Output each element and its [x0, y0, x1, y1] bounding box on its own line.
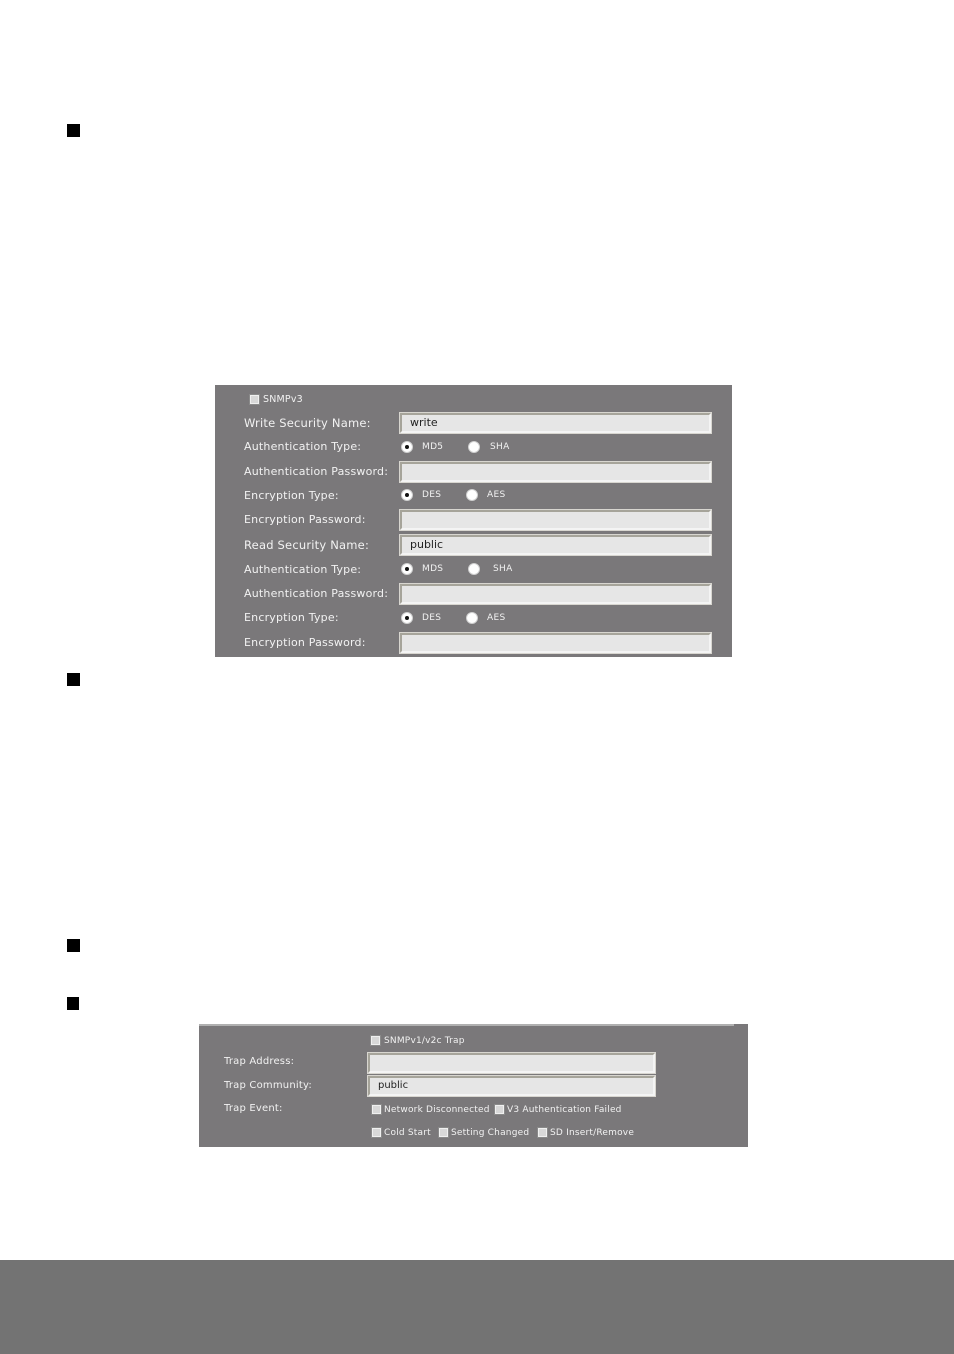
event-setting-changed-label: Setting Changed — [451, 1128, 530, 1138]
read-auth-password-input[interactable] — [399, 583, 712, 605]
read-enc-des-radio[interactable] — [401, 612, 413, 624]
event-sd-insert-remove-checkbox[interactable] — [537, 1127, 548, 1138]
page-footer-band — [0, 1260, 954, 1354]
read-enc-password-input[interactable] — [399, 632, 712, 654]
trap-community-label: Trap Community: — [224, 1080, 312, 1091]
read-enc-aes-label: AES — [487, 613, 506, 623]
snmpv3-panel: SNMPv3 Write Security Name: write Authen… — [215, 385, 732, 657]
read-auth-type-label: Authentication Type: — [244, 563, 362, 576]
write-auth-md5-label: MD5 — [422, 442, 444, 452]
read-security-name-label: Read Security Name: — [244, 538, 370, 552]
event-v3-auth-failed-label: V3 Authentication Failed — [507, 1105, 622, 1115]
trap-community-input[interactable]: public — [367, 1075, 656, 1097]
event-cold-start-label: Cold Start — [384, 1128, 431, 1138]
read-auth-sha-label: SHA — [493, 564, 513, 574]
snmp-trap-panel: SNMPv1/v2c Trap Trap Address: Trap Commu… — [199, 1024, 748, 1147]
write-enc-password-input[interactable] — [399, 509, 712, 531]
write-security-name-label: Write Security Name: — [244, 416, 371, 430]
write-enc-type-label: Encryption Type: — [244, 489, 339, 502]
read-auth-mds-radio[interactable] — [401, 563, 413, 575]
square-bullet-icon — [67, 997, 79, 1010]
write-enc-des-radio[interactable] — [401, 489, 413, 501]
read-enc-des-label: DES — [422, 613, 442, 623]
square-bullet-icon — [67, 124, 80, 137]
event-v3-auth-failed-checkbox[interactable] — [494, 1104, 505, 1115]
read-enc-password-label: Encryption Password: — [244, 636, 366, 649]
event-sd-insert-remove-label: SD Insert/Remove — [550, 1128, 635, 1138]
trap-address-input[interactable] — [367, 1052, 656, 1074]
square-bullet-icon — [67, 939, 80, 952]
read-auth-mds-label: MDS — [422, 564, 444, 574]
read-auth-sha-radio[interactable] — [468, 563, 480, 575]
write-auth-sha-radio[interactable] — [468, 441, 480, 453]
write-auth-password-input[interactable] — [399, 461, 712, 483]
write-enc-password-label: Encryption Password: — [244, 513, 366, 526]
write-enc-des-label: DES — [422, 490, 442, 500]
event-network-disconnected-label: Network Disconnected — [384, 1105, 490, 1115]
write-auth-md5-radio[interactable] — [401, 441, 413, 453]
write-security-name-input[interactable]: write — [399, 412, 712, 434]
panel-divider — [199, 1024, 734, 1026]
write-enc-aes-label: AES — [487, 490, 506, 500]
square-bullet-icon — [67, 673, 80, 686]
trap-enable-label: SNMPv1/v2c Trap — [384, 1036, 465, 1046]
trap-enable-checkbox[interactable] — [370, 1035, 381, 1046]
read-auth-password-label: Authentication Password: — [244, 587, 389, 600]
snmpv3-label: SNMPv3 — [263, 394, 303, 405]
event-cold-start-checkbox[interactable] — [371, 1127, 382, 1138]
event-setting-changed-checkbox[interactable] — [438, 1127, 449, 1138]
read-enc-aes-radio[interactable] — [466, 612, 478, 624]
write-enc-aes-radio[interactable] — [466, 489, 478, 501]
trap-event-label: Trap Event: — [224, 1103, 283, 1114]
snmpv3-checkbox[interactable] — [249, 394, 260, 405]
read-security-name-input[interactable]: public — [399, 534, 712, 556]
trap-address-label: Trap Address: — [224, 1056, 295, 1067]
event-network-disconnected-checkbox[interactable] — [371, 1104, 382, 1115]
write-auth-sha-label: SHA — [490, 442, 510, 452]
write-auth-password-label: Authentication Password: — [244, 465, 389, 478]
read-enc-type-label: Encryption Type: — [244, 611, 339, 624]
write-auth-type-label: Authentication Type: — [244, 440, 362, 453]
